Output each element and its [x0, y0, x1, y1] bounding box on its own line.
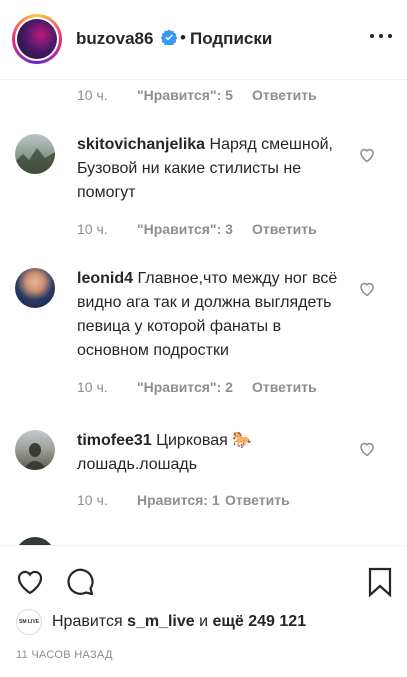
reply-button[interactable]: Ответить — [252, 87, 317, 103]
liked-by-text: Нравится s_m_live и ещё 249 121 — [52, 613, 306, 631]
header-username[interactable]: buzova86 — [76, 29, 153, 49]
comment-body: skitovichanjelika Наряд смешной, Бузовой… — [77, 133, 347, 205]
liked-prefix: Нравится — [52, 613, 123, 630]
comment-likes[interactable]: "Нравится": 5 — [137, 87, 233, 103]
comment-meta: 10 ч. "Нравится": 3 Ответить — [77, 221, 357, 239]
comment-time: 10 ч. — [77, 87, 108, 103]
comment-username[interactable]: leonid4 — [77, 270, 133, 287]
commenter-avatar — [15, 537, 55, 545]
comment-likes[interactable]: Нравится: 1 — [137, 492, 220, 508]
comment-icon[interactable] — [64, 566, 96, 598]
comment-item: skitovichanjelika Наряд смешной, Бузовой… — [0, 128, 407, 248]
verified-badge-icon — [161, 29, 177, 45]
reply-button[interactable]: Ответить — [252, 379, 317, 395]
comment-meta: 10 ч. Нравится: 1 Ответить — [77, 492, 357, 510]
post-actions-bar: SM LIVE Нравится s_m_live и ещё 249 121 … — [0, 545, 407, 677]
liked-by-avatar[interactable]: SM LIVE — [16, 609, 42, 635]
post-timestamp[interactable]: 11 ЧАСОВ НАЗАД — [16, 649, 113, 661]
heart-icon[interactable] — [358, 146, 376, 164]
post-header: buzova86 • Подписки — [0, 0, 407, 80]
reply-button[interactable]: Ответить — [252, 221, 317, 237]
commenter-avatar[interactable] — [15, 268, 55, 308]
profile-avatar[interactable] — [12, 14, 62, 64]
comment-username[interactable]: timofee31 — [77, 432, 152, 449]
liked-by-others[interactable]: ещё 249 121 — [213, 613, 307, 630]
heart-icon[interactable] — [14, 566, 46, 598]
liked-middle: и — [199, 613, 209, 630]
comment-time: 10 ч. — [77, 221, 108, 237]
comment-meta: 10 ч. "Нравится": 5 Ответить — [77, 87, 357, 105]
comment-likes[interactable]: "Нравится": 3 — [137, 221, 233, 237]
comment-body: timofee31 Цирковая 🐎 лошадь.лошадь — [77, 429, 347, 477]
bookmark-icon[interactable] — [364, 566, 396, 598]
comment-time: 10 ч. — [77, 379, 108, 395]
heart-icon[interactable] — [358, 280, 376, 298]
liked-by-username[interactable]: s_m_live — [127, 613, 195, 630]
reply-button[interactable]: Ответить — [225, 492, 290, 508]
more-options-icon[interactable] — [366, 24, 396, 48]
comment-username[interactable]: skitovichanjelika — [77, 136, 205, 153]
comment-likes[interactable]: "Нравится": 2 — [137, 379, 233, 395]
commenter-avatar[interactable] — [15, 430, 55, 470]
comment-item: timofee31 Цирковая 🐎 лошадь.лошадь 10 ч.… — [0, 424, 407, 524]
comment-time: 10 ч. — [77, 492, 108, 508]
comment-meta: 10 ч. "Нравится": 2 Ответить — [77, 379, 357, 397]
commenter-avatar[interactable] — [15, 134, 55, 174]
header-separator: • — [180, 28, 186, 47]
comment-body: leonid4 Главное,что между ног всё видно … — [77, 267, 347, 363]
heart-icon[interactable] — [358, 440, 376, 458]
comment-item: leonid4 Главное,что между ног всё видно … — [0, 262, 407, 402]
following-button[interactable]: Подписки — [190, 29, 272, 49]
